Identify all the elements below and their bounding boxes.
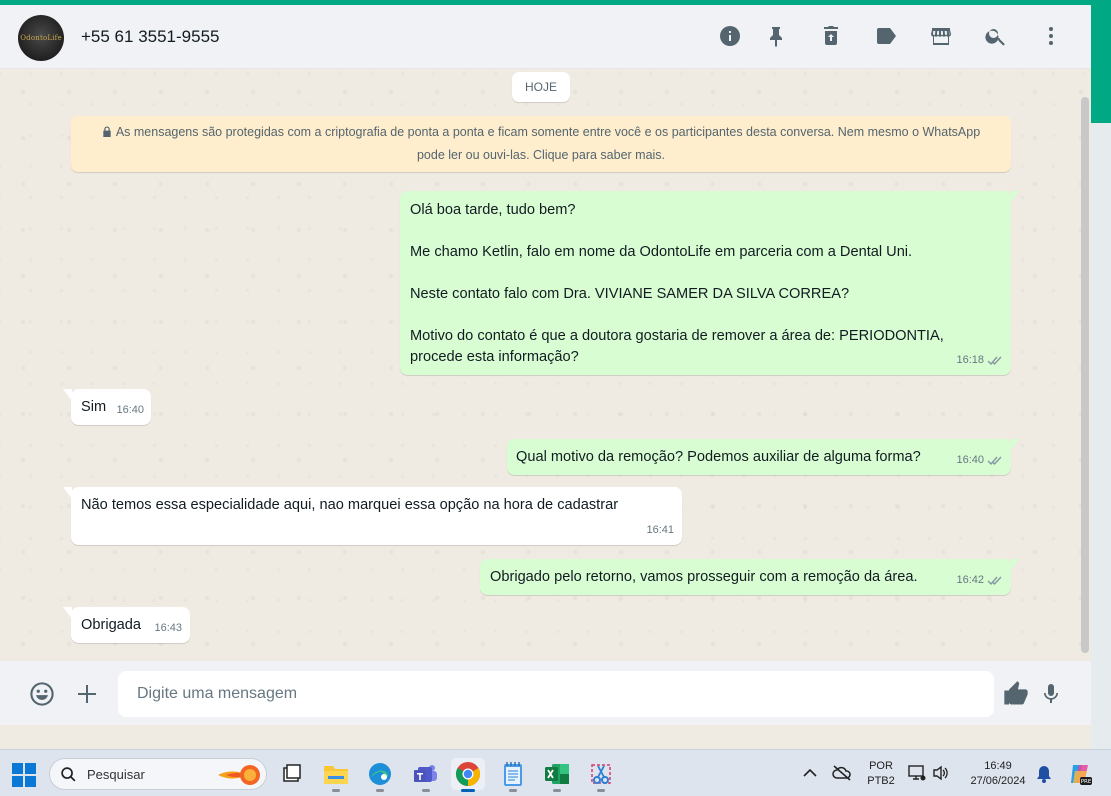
copilot-icon[interactable]: PRE — [1067, 761, 1093, 787]
keyboard-layout: PTB2 — [867, 775, 895, 787]
running-indicator — [376, 789, 384, 792]
message-meta: 16:18 — [956, 350, 1003, 371]
label-icon[interactable] — [873, 23, 899, 49]
encryption-notice[interactable]: As mensagens são protegidas com a cripto… — [71, 116, 1011, 172]
message-bubble-outgoing[interactable]: Qual motivo da remoção? Podemos auxiliar… — [507, 439, 1019, 475]
message-paragraph: Me chamo Ketlin, falo em nome da OdontoL… — [410, 244, 913, 260]
delete-icon[interactable] — [818, 23, 844, 49]
window-accent-edge — [1091, 5, 1111, 123]
running-indicator — [509, 789, 517, 792]
running-indicator — [422, 789, 430, 792]
emoji-icon[interactable] — [27, 679, 57, 709]
bubble-tail — [1010, 559, 1019, 571]
window-right-edge — [1091, 5, 1111, 749]
message-meta: 16:43 — [154, 618, 182, 639]
message-time: 16:42 — [956, 574, 984, 586]
read-ticks-icon — [987, 576, 1002, 586]
bubble-tail — [1010, 439, 1019, 451]
chat-header: OdontoLife +55 61 3551-9555 — [0, 5, 1091, 69]
message-text: Sim — [81, 399, 107, 415]
windows-taskbar: Pesquisar POR PTB2 16:49 27/06/2024 PRE — [0, 749, 1111, 796]
language-indicator[interactable]: POR PTB2 — [863, 759, 899, 789]
notification-bell-icon[interactable] — [1036, 765, 1052, 783]
whatsapp-chat-window: OdontoLife +55 61 3551-9555 HOJE As mens… — [0, 5, 1091, 749]
taskbar-search-placeholder: Pesquisar — [87, 767, 145, 782]
snipping-tool-icon[interactable] — [584, 758, 618, 792]
message-meta: 16:40 — [116, 400, 144, 421]
edge-browser-icon[interactable] — [363, 758, 397, 792]
running-indicator — [553, 789, 561, 792]
message-bubble-incoming[interactable]: Não temos essa especialidade aqui, nao m… — [63, 487, 682, 545]
message-text: Obrigada — [81, 617, 142, 633]
chat-scrollbar[interactable] — [1081, 97, 1089, 653]
message-meta: 16:42 — [956, 570, 1003, 591]
attach-icon[interactable] — [72, 679, 102, 709]
microphone-icon[interactable] — [1036, 679, 1066, 709]
date-divider: HOJE — [512, 72, 570, 102]
language-code: POR — [869, 760, 893, 772]
message-paragraph: Motivo do contato é que a doutora gostar… — [410, 328, 944, 365]
message-text: Não temos essa especialidade aqui, nao m… — [81, 497, 619, 513]
search-icon[interactable] — [983, 23, 1009, 49]
read-ticks-icon — [987, 456, 1002, 466]
onedrive-offline-icon[interactable] — [832, 764, 852, 782]
catalog-icon[interactable] — [928, 23, 954, 49]
bubble-tail — [1010, 191, 1019, 203]
clock[interactable]: 16:49 27/06/2024 — [960, 759, 1036, 789]
search-highlight-flame-icon — [218, 765, 260, 785]
task-view-button[interactable] — [274, 758, 308, 790]
message-bubble-incoming[interactable]: Sim 16:40 — [63, 389, 151, 425]
file-explorer-icon[interactable] — [319, 758, 353, 792]
running-indicator — [597, 789, 605, 792]
thumbs-up-icon[interactable] — [1001, 679, 1031, 709]
info-icon[interactable] — [717, 23, 743, 49]
message-bubble-outgoing[interactable]: Olá boa tarde, tudo bem? Me chamo Ketlin… — [400, 191, 1019, 375]
message-input[interactable] — [118, 671, 994, 717]
avatar-logo: OdontoLife — [20, 34, 62, 42]
message-text: Obrigado pelo retorno, vamos prosseguir … — [490, 569, 918, 585]
chrome-icon[interactable] — [451, 758, 485, 792]
lock-icon — [103, 126, 111, 137]
network-icon[interactable] — [908, 764, 926, 782]
message-paragraph: Olá boa tarde, tudo bem? — [410, 202, 576, 218]
menu-icon[interactable] — [1038, 23, 1064, 49]
teams-icon[interactable] — [409, 758, 443, 792]
notepad-icon[interactable] — [496, 758, 530, 792]
taskbar-search[interactable]: Pesquisar — [49, 758, 267, 790]
volume-icon[interactable] — [932, 764, 950, 782]
running-indicator — [461, 789, 475, 792]
message-time: 16:40 — [956, 454, 984, 466]
clock-date: 27/06/2024 — [970, 775, 1026, 787]
windows-start-icon[interactable] — [12, 763, 36, 787]
message-time: 16:43 — [154, 622, 182, 634]
search-icon — [61, 767, 76, 782]
bubble-tail — [63, 487, 72, 499]
message-time: 16:41 — [646, 524, 674, 536]
contact-name[interactable]: +55 61 3551-9555 — [81, 27, 220, 47]
message-paragraph: Neste contato falo com Dra. VIVIANE SAME… — [410, 286, 850, 302]
message-meta: 16:40 — [956, 450, 1003, 471]
message-text: Qual motivo da remoção? Podemos auxiliar… — [516, 449, 921, 465]
message-meta: 16:41 — [646, 520, 674, 541]
pin-icon[interactable] — [763, 23, 789, 49]
running-indicator — [332, 789, 340, 792]
message-bubble-outgoing[interactable]: Obrigado pelo retorno, vamos prosseguir … — [480, 559, 1019, 595]
encryption-text: As mensagens são protegidas com a cripto… — [115, 125, 981, 162]
svg-text:PRE: PRE — [1081, 779, 1092, 785]
message-composer — [0, 661, 1091, 725]
excel-icon[interactable] — [540, 758, 574, 792]
contact-avatar[interactable]: OdontoLife — [18, 15, 64, 61]
read-ticks-icon — [987, 356, 1002, 366]
message-bubble-incoming[interactable]: Obrigada 16:43 — [63, 607, 190, 643]
clock-time: 16:49 — [984, 760, 1012, 772]
message-time: 16:40 — [116, 404, 144, 416]
message-list[interactable]: HOJE As mensagens são protegidas com a c… — [0, 69, 1091, 661]
bubble-tail — [63, 389, 72, 401]
chevron-up-icon[interactable] — [803, 767, 817, 779]
message-time: 16:18 — [956, 354, 984, 366]
bubble-tail — [63, 607, 72, 619]
